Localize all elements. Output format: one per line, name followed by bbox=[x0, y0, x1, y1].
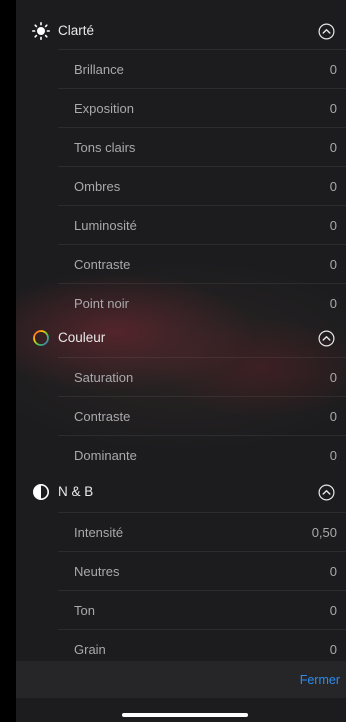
row-value: 0 bbox=[329, 642, 337, 657]
row-label: Ombres bbox=[74, 179, 121, 194]
row-value: 0 bbox=[329, 370, 337, 385]
sun-icon bbox=[32, 22, 50, 40]
slider-row-contraste[interactable]: Contraste 0 bbox=[58, 244, 346, 283]
section-header-clarte[interactable]: Clarté bbox=[16, 12, 346, 50]
close-button[interactable]: Fermer bbox=[300, 673, 340, 687]
row-value: 0 bbox=[329, 257, 337, 272]
row-label: Saturation bbox=[74, 370, 134, 385]
row-label: Ton bbox=[74, 603, 95, 618]
slider-row-luminosite[interactable]: Luminosité 0 bbox=[58, 205, 346, 244]
slider-row-grain[interactable]: Grain 0 bbox=[58, 629, 346, 661]
slider-row-neutres[interactable]: Neutres 0 bbox=[58, 551, 346, 590]
row-value: 0 bbox=[329, 179, 337, 194]
row-label: Neutres bbox=[74, 564, 120, 579]
footer-bar: Fermer bbox=[16, 661, 346, 722]
color-wheel-icon bbox=[33, 330, 49, 346]
row-label: Dominante bbox=[74, 448, 137, 463]
slider-row-point-noir[interactable]: Point noir 0 bbox=[58, 283, 346, 322]
row-value: 0 bbox=[329, 564, 337, 579]
slider-row-brillance[interactable]: Brillance 0 bbox=[58, 49, 346, 88]
row-label: Contraste bbox=[74, 409, 131, 424]
row-value: 0 bbox=[329, 101, 337, 116]
row-value: 0 bbox=[329, 140, 337, 155]
slider-row-dominante[interactable]: Dominante 0 bbox=[58, 435, 346, 474]
footer-toolbar: Fermer bbox=[16, 661, 346, 698]
row-label: Luminosité bbox=[74, 218, 137, 233]
row-value: 0 bbox=[329, 218, 337, 233]
row-label: Grain bbox=[74, 642, 106, 657]
row-label: Contraste bbox=[74, 257, 131, 272]
slider-row-exposition[interactable]: Exposition 0 bbox=[58, 88, 346, 127]
chevron-up-icon[interactable] bbox=[318, 484, 335, 501]
section-title: Couleur bbox=[58, 330, 106, 345]
adjustments-panel: Clarté Brillance 0 Exposition 0 Tons cla… bbox=[16, 0, 346, 661]
section-header-couleur[interactable]: Couleur bbox=[16, 319, 346, 357]
chevron-up-icon[interactable] bbox=[318, 23, 335, 40]
slider-row-intensite[interactable]: Intensité 0,50 bbox=[58, 512, 346, 551]
half-circle-icon bbox=[33, 484, 49, 500]
row-label: Point noir bbox=[74, 296, 129, 311]
section-title: Clarté bbox=[58, 23, 95, 38]
slider-row-tons-clairs[interactable]: Tons clairs 0 bbox=[58, 127, 346, 166]
row-value: 0 bbox=[329, 62, 337, 77]
row-label: Intensité bbox=[74, 525, 124, 540]
row-value: 0 bbox=[329, 409, 337, 424]
slider-row-ombres[interactable]: Ombres 0 bbox=[58, 166, 346, 205]
section-header-noir-blanc[interactable]: N & B bbox=[16, 473, 346, 511]
row-value: 0 bbox=[329, 603, 337, 618]
home-indicator[interactable] bbox=[122, 713, 248, 717]
row-value: 0 bbox=[329, 296, 337, 311]
slider-row-contraste-couleur[interactable]: Contraste 0 bbox=[58, 396, 346, 435]
row-label: Brillance bbox=[74, 62, 124, 77]
row-label: Exposition bbox=[74, 101, 134, 116]
row-value: 0,50 bbox=[311, 525, 337, 540]
slider-row-saturation[interactable]: Saturation 0 bbox=[58, 357, 346, 396]
section-title: N & B bbox=[58, 484, 94, 499]
slider-row-ton[interactable]: Ton 0 bbox=[58, 590, 346, 629]
row-label: Tons clairs bbox=[74, 140, 136, 155]
chevron-up-icon[interactable] bbox=[318, 330, 335, 347]
row-value: 0 bbox=[329, 448, 337, 463]
